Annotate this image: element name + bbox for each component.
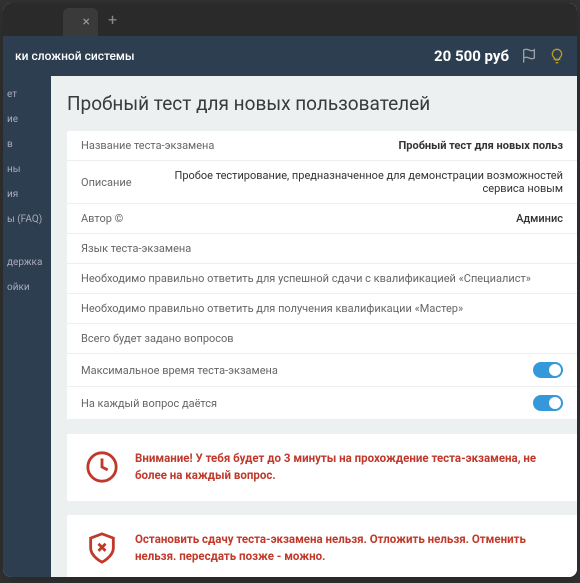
sidebar-item[interactable]: держка: [3, 250, 51, 275]
detail-row: Название теста-экзамена Пробный тест для…: [67, 131, 577, 161]
clock-icon: [85, 450, 119, 484]
detail-row: Язык теста-экзамена: [67, 234, 577, 264]
detail-row: На каждый вопрос даётся: [67, 387, 577, 420]
detail-row: Необходимо правильно ответить для успешн…: [67, 264, 577, 294]
detail-row: Всего будет задано вопросов: [67, 324, 577, 354]
details-card: Название теста-экзамена Пробный тест для…: [67, 131, 577, 420]
sidebar-item[interactable]: ие: [3, 107, 51, 132]
toggle[interactable]: [533, 395, 563, 411]
row-label: Необходимо правильно ответить для успешн…: [81, 272, 531, 285]
main-content: Пробный тест для новых пользователей Наз…: [51, 76, 577, 577]
row-label: Максимальное время теста-экзамена: [81, 364, 278, 377]
row-label: Название теста-экзамена: [81, 139, 214, 152]
detail-row: Необходимо правильно ответить для получе…: [67, 294, 577, 324]
warning-time: Внимание! У тебя будет до 3 минуты на пр…: [67, 434, 577, 501]
row-value: Пробный тест для новых польз: [399, 139, 563, 152]
row-value: Админис: [516, 212, 563, 225]
row-label: Язык теста-экзамена: [81, 242, 191, 255]
bulb-icon[interactable]: [549, 48, 565, 64]
row-label: Автор ©: [81, 212, 123, 225]
balance: 20 500 руб: [434, 47, 509, 65]
browser-tab[interactable]: ×: [63, 8, 98, 36]
app-body: ет ие в ны ия ы (FAQ) держка ойки Пробны…: [3, 76, 577, 577]
sidebar-item[interactable]: ны: [3, 157, 51, 182]
detail-row: Максимальное время теста-экзамена: [67, 354, 577, 387]
toggle[interactable]: [533, 362, 563, 378]
page-title: Пробный тест для новых пользователей: [67, 92, 577, 115]
row-value: Пробое тестирование, предназначенное для…: [152, 169, 563, 195]
sidebar-item[interactable]: в: [3, 132, 51, 157]
header-title: ки сложной системы: [15, 49, 135, 63]
sidebar-item[interactable]: ы (FAQ): [3, 207, 51, 232]
row-label: Всего будет задано вопросов: [81, 332, 234, 345]
sidebar-item[interactable]: ия: [3, 182, 51, 207]
header-right: 20 500 руб: [434, 47, 565, 65]
row-label: Необходимо правильно ответить для получе…: [81, 302, 463, 315]
detail-row: Описание Пробое тестирование, предназнач…: [67, 161, 577, 204]
sidebar-item[interactable]: ойки: [3, 275, 51, 300]
row-label: Описание: [81, 176, 132, 189]
warning-text: Внимание! У тебя будет до 3 минуты на пр…: [135, 450, 559, 485]
sidebar: ет ие в ны ия ы (FAQ) держка ойки: [3, 76, 51, 577]
new-tab-button[interactable]: +: [108, 10, 117, 29]
shield-x-icon: [85, 531, 119, 565]
sidebar-item[interactable]: ет: [3, 82, 51, 107]
app-window: × + ки сложной системы 20 500 руб ет ие …: [3, 3, 577, 577]
close-icon[interactable]: ×: [83, 14, 90, 30]
browser-tabbar: × +: [3, 3, 577, 36]
warning-text: Остановить сдачу теста-экзамена нельзя. …: [135, 531, 559, 566]
row-label: На каждый вопрос даётся: [81, 397, 217, 410]
detail-row: Автор © Админис: [67, 204, 577, 234]
flag-icon[interactable]: [521, 48, 537, 64]
warning-nostop: Остановить сдачу теста-экзамена нельзя. …: [67, 515, 577, 578]
app-header: ки сложной системы 20 500 руб: [3, 36, 577, 76]
